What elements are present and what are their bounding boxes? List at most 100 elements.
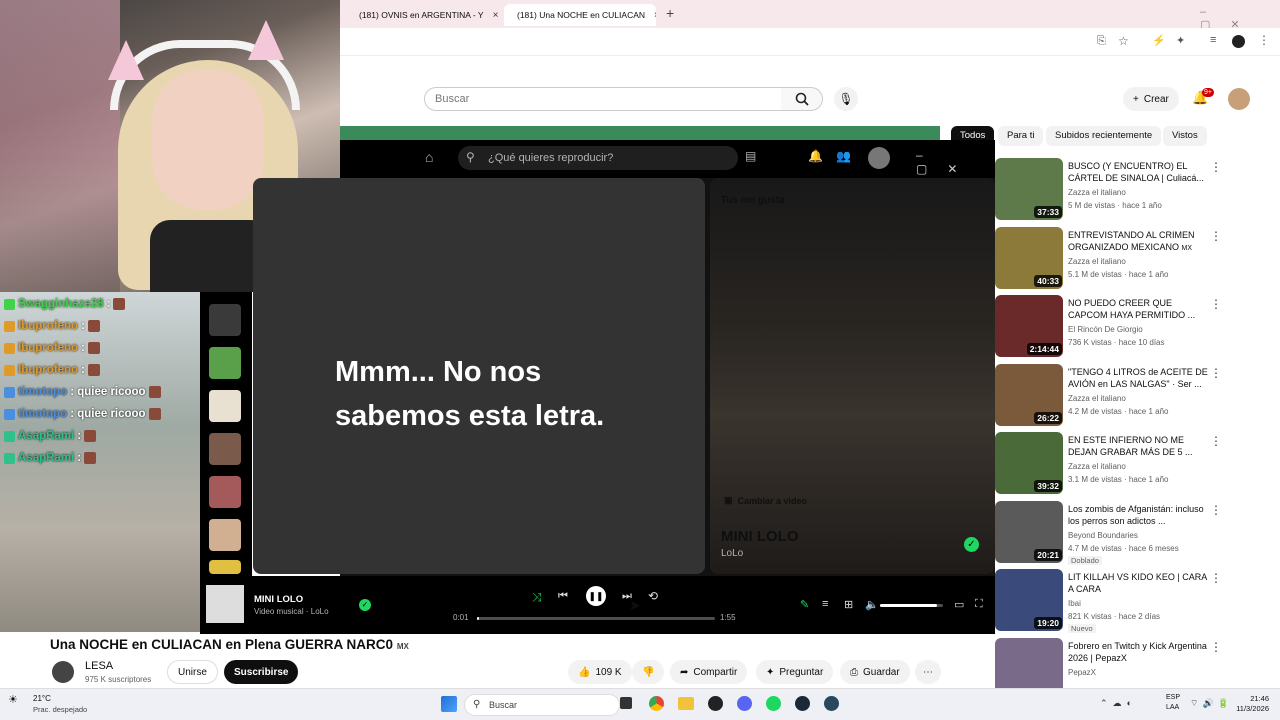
steam-icon[interactable] [795, 696, 810, 711]
browse-icon[interactable]: ▤ [745, 149, 756, 163]
chrome-icon[interactable] [649, 696, 664, 711]
video-title[interactable]: ENTREVISTANDO AL CRIMEN ORGANIZADO MEXIC… [1068, 229, 1208, 255]
library-item[interactable] [209, 519, 241, 551]
profile-avatar[interactable] [1232, 35, 1245, 48]
more-options-icon[interactable]: ⋮ [1210, 366, 1222, 380]
close-icon[interactable]: × [493, 10, 499, 21]
new-tab-icon[interactable]: + [666, 5, 674, 21]
pause-button[interactable]: ❚❚ [586, 586, 606, 606]
avatar[interactable] [1228, 88, 1250, 110]
save-button[interactable]: ⎙ Guardar [840, 660, 910, 684]
chat-username[interactable]: timotopo [18, 386, 67, 398]
recommended-video[interactable]: 2:14:44 NO PUEDO CREER QUE CAPCOM HAYA PE… [995, 295, 1280, 359]
weather-icon[interactable]: ☀ [8, 693, 18, 706]
channel-name[interactable]: Zazza el italiano [1068, 257, 1126, 266]
switch-video-button[interactable]: ▣ Cambiar a video [724, 495, 807, 506]
channel-name[interactable]: Zazza el italiano [1068, 462, 1126, 471]
chat-username[interactable]: AsapRami [18, 430, 74, 442]
library-item[interactable] [209, 304, 241, 336]
chat-username[interactable]: Ibuprofeno [18, 320, 78, 332]
recommended-video[interactable]: 19:20 LIT KILLAH VS KIDO KEO | CARA A CAR… [995, 569, 1280, 633]
repeat-icon[interactable]: ⟲ [648, 589, 658, 603]
windows-start-icon[interactable] [441, 696, 457, 712]
channel-name[interactable]: Zazza el italiano [1068, 188, 1126, 197]
browser-tab-2[interactable]: (181) Una NOCHE en CULIACAN × [504, 4, 656, 26]
progress-bar[interactable] [477, 617, 715, 620]
library-item[interactable] [209, 433, 241, 465]
chip-para-ti[interactable]: Para ti [998, 126, 1044, 146]
more-options-icon[interactable]: ⋮ [1210, 503, 1222, 517]
miniplayer-icon[interactable]: ▭ [954, 598, 964, 611]
extension-icon[interactable]: ⚡ [1152, 34, 1166, 47]
spotify-window-controls[interactable]: –▢✕ [916, 148, 995, 176]
more-options-icon[interactable]: ⋮ [1210, 297, 1222, 311]
task-view-icon[interactable] [620, 697, 632, 709]
more-actions-button[interactable]: ⋯ [915, 660, 941, 684]
language-indicator[interactable]: ESP [1166, 694, 1180, 701]
media-icon[interactable]: ≡ [1210, 34, 1216, 46]
share-button[interactable]: ➦ Compartir [670, 660, 748, 684]
video-title[interactable]: "TENGO 4 LITROS de ACEITE DE AVIÓN en LA… [1068, 366, 1208, 390]
devices-icon[interactable]: ⊞ [844, 598, 853, 611]
install-icon[interactable]: ⎘ [1097, 35, 1106, 48]
volume-slider[interactable] [880, 604, 943, 607]
discord-icon[interactable] [737, 696, 752, 711]
more-options-icon[interactable]: ⋮ [1210, 640, 1222, 654]
search-input[interactable]: Buscar [424, 87, 782, 111]
recommended-video[interactable]: 37:33 BUSCO (Y ENCUENTRO) EL CÁRTEL DE SI… [995, 158, 1280, 222]
video-title[interactable]: Fobrero en Twitch y Kick Argentina 2026 … [1068, 640, 1208, 664]
chat-username[interactable]: timotopo [18, 408, 67, 420]
taskbar-search-input[interactable]: ⚲ Buscar [464, 694, 620, 716]
liked-check-icon[interactable]: ✓ [964, 537, 979, 552]
video-title[interactable]: LIT KILLAH VS KIDO KEO | CARA A CARA [1068, 571, 1208, 595]
spotify-search-input[interactable]: ⚲ ¿Qué quieres reproducir? [458, 146, 738, 170]
search-button[interactable] [781, 87, 823, 111]
chip-vistos[interactable]: Vistos [1163, 126, 1207, 146]
spotify-icon[interactable] [766, 696, 781, 711]
ask-button[interactable]: ✦ Preguntar [756, 660, 834, 684]
shuffle-icon[interactable]: ⤨ [532, 590, 542, 605]
join-button[interactable]: Unirse [167, 660, 218, 684]
weather-temp[interactable]: 21°C [33, 694, 51, 703]
more-options-icon[interactable]: ⋮ [1210, 160, 1222, 174]
channel-avatar[interactable] [52, 661, 74, 683]
file-explorer-icon[interactable] [678, 697, 694, 710]
app-icon[interactable] [708, 696, 723, 711]
avatar[interactable] [868, 147, 890, 169]
menu-icon[interactable]: ⋮ [1258, 33, 1270, 47]
video-title[interactable]: Los zombis de Afganistán: incluso los pe… [1068, 503, 1208, 527]
library-item[interactable] [209, 476, 241, 508]
more-options-icon[interactable]: ⋮ [1210, 229, 1222, 243]
recommended-video[interactable]: 39:32 EN ESTE INFIERNO NO ME DEJAN GRABAR… [995, 432, 1280, 496]
chip-subidos[interactable]: Subidos recientemente [1046, 126, 1162, 146]
volume-icon[interactable]: 🔈 [865, 598, 879, 611]
video-title[interactable]: EN ESTE INFIERNO NO ME DEJAN GRABAR MÁS … [1068, 434, 1208, 458]
video-title[interactable]: NO PUEDO CREER QUE CAPCOM HAYA PERMITIDO… [1068, 297, 1208, 321]
recommended-video[interactable]: 40:33 ENTREVISTANDO AL CRIMEN ORGANIZADO … [995, 226, 1280, 291]
chat-username[interactable]: Swagginhaze28 [18, 298, 104, 310]
bookmark-star-icon[interactable]: ☆ [1118, 34, 1129, 48]
library-item[interactable] [209, 560, 241, 574]
previous-icon[interactable]: ⏮ [558, 590, 568, 603]
chat-username[interactable]: AsapRami [18, 452, 74, 464]
album-art[interactable] [206, 585, 244, 623]
puzzle-icon[interactable]: ✦ [1176, 34, 1185, 47]
now-playing-view-icon[interactable]: ✎ [800, 598, 809, 611]
home-icon[interactable]: ⌂ [425, 149, 433, 165]
liked-check-icon[interactable]: ✓ [359, 599, 371, 611]
channel-name[interactable]: Beyond Boundaries [1068, 531, 1138, 540]
chat-username[interactable]: Ibuprofeno [18, 364, 78, 376]
channel-name[interactable]: LESA [85, 660, 113, 672]
browser-tab-1[interactable]: (181) OVNIS en ARGENTINA - Y × [346, 4, 504, 26]
like-button[interactable]: 👍 109 K [568, 660, 632, 684]
close-icon[interactable]: × [654, 10, 656, 21]
channel-name[interactable]: Ibai [1068, 599, 1081, 608]
clock-time[interactable]: 21:46 [1225, 694, 1269, 703]
tray-icons[interactable]: ⌃☁◐ [1100, 698, 1137, 709]
video-title[interactable]: BUSCO (Y ENCUENTRO) EL CÁRTEL DE SINALOA… [1068, 160, 1208, 184]
dislike-button[interactable]: 👎 [632, 660, 665, 684]
channel-name[interactable]: PepazX [1068, 668, 1096, 677]
channel-name[interactable]: El Rincón De Giorgio [1068, 325, 1143, 334]
queue-icon[interactable]: ≡ [822, 598, 828, 610]
library-item[interactable] [209, 390, 241, 422]
